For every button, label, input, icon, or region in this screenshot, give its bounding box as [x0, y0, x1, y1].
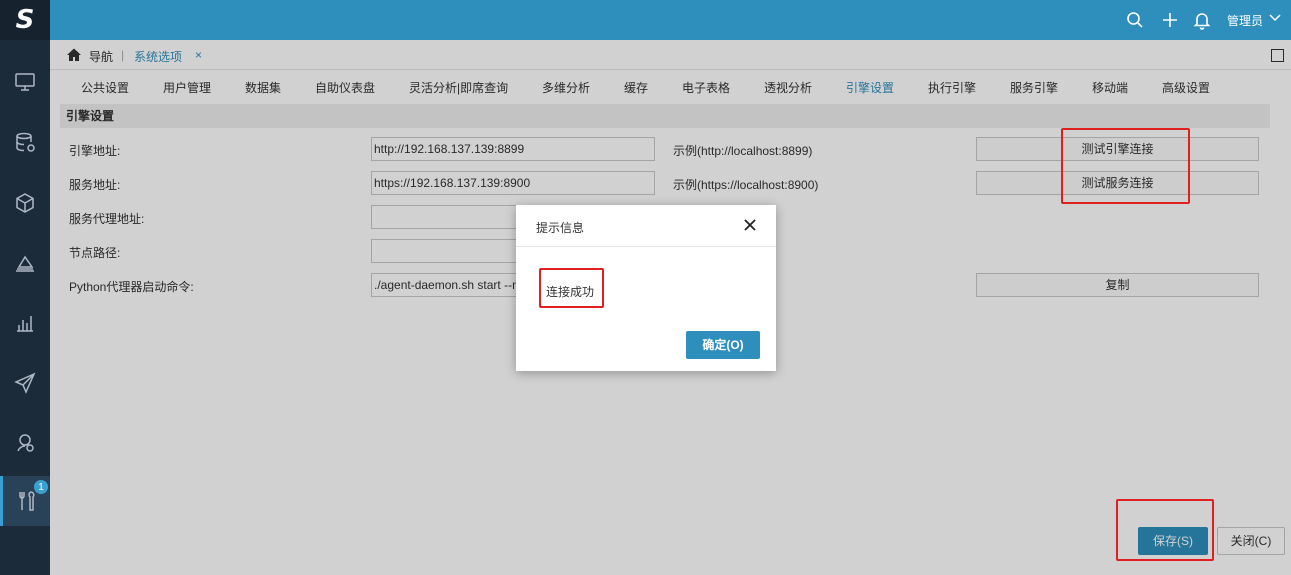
monitor-icon[interactable] — [0, 57, 50, 107]
left-sidebar: S 1 — [0, 0, 50, 575]
database-gear-icon[interactable] — [0, 118, 50, 168]
paper-plane-icon[interactable] — [0, 358, 50, 408]
bell-icon[interactable] — [1192, 10, 1212, 30]
annotation-box-save-button — [1116, 499, 1214, 561]
ok-button[interactable]: 确定(O) — [686, 331, 760, 359]
annotation-box-test-buttons — [1061, 128, 1190, 204]
user-menu-label[interactable]: 管理员 — [1227, 12, 1263, 29]
annotation-box-success-message — [539, 268, 604, 308]
layers-icon[interactable] — [0, 238, 50, 288]
dialog-header: 提示信息 — [516, 205, 776, 247]
chevron-down-icon[interactable] — [1268, 10, 1282, 27]
notification-badge: 1 — [34, 480, 48, 494]
user-group-icon[interactable] — [0, 418, 50, 468]
tools-icon[interactable]: 1 — [0, 476, 50, 526]
search-icon[interactable] — [1125, 10, 1145, 30]
dialog-title: 提示信息 — [536, 221, 585, 235]
close-icon[interactable] — [742, 217, 758, 233]
cube-icon[interactable] — [0, 178, 50, 228]
app-logo[interactable]: S — [0, 0, 50, 40]
plus-icon[interactable] — [1160, 10, 1180, 30]
bar-chart-icon[interactable] — [0, 298, 50, 348]
top-header: 管理员 — [50, 0, 1291, 40]
